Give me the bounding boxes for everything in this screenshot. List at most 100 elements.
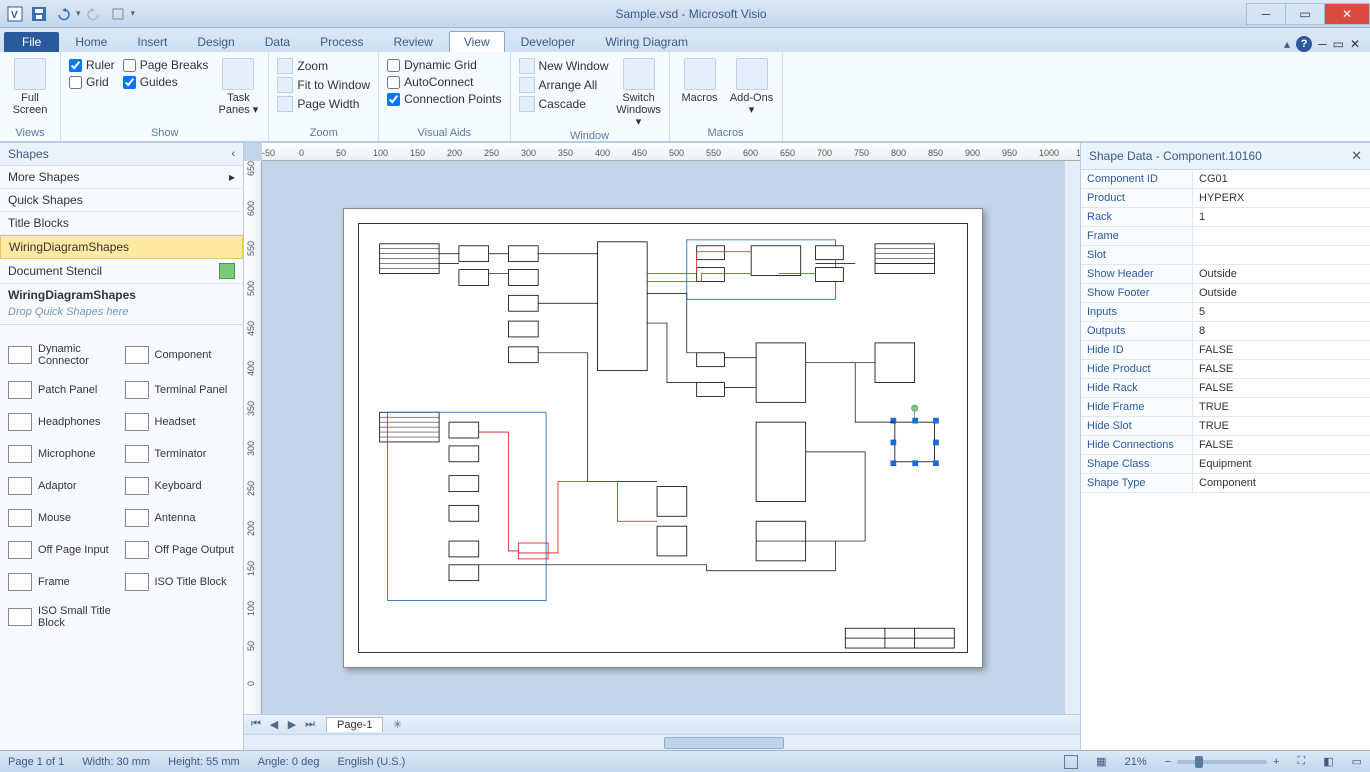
guides-checkbox[interactable]: Guides xyxy=(123,75,209,89)
shape-data-value[interactable]: Equipment xyxy=(1193,455,1370,473)
shape-data-row[interactable]: Hide RackFALSE xyxy=(1081,379,1370,398)
app-icon[interactable]: V xyxy=(4,3,26,25)
tab-prev-icon[interactable]: ◀ xyxy=(266,718,282,732)
stencil-item[interactable]: Keyboard xyxy=(125,477,236,495)
stencil-item[interactable]: Mouse xyxy=(8,509,119,527)
shape-data-value[interactable]: FALSE xyxy=(1193,379,1370,397)
maximize-button[interactable]: ▭ xyxy=(1285,3,1325,25)
shape-data-value[interactable]: 5 xyxy=(1193,303,1370,321)
arrange-all-button[interactable]: Arrange All xyxy=(519,77,609,93)
shape-data-row[interactable]: Shape ClassEquipment xyxy=(1081,455,1370,474)
mdi-close-icon[interactable]: ✕ xyxy=(1350,37,1360,51)
presentation-icon[interactable]: ▦ xyxy=(1096,755,1106,768)
shape-data-row[interactable]: Hide ConnectionsFALSE xyxy=(1081,436,1370,455)
tab-first-icon[interactable]: ⏮ xyxy=(248,718,264,732)
tab-design[interactable]: Design xyxy=(183,32,248,52)
addons-button[interactable]: Add-Ons ▾ xyxy=(730,54,774,116)
shape-data-value[interactable]: HYPERX xyxy=(1193,189,1370,207)
fit-window-button[interactable]: Fit to Window xyxy=(277,77,370,93)
tab-review[interactable]: Review xyxy=(379,32,446,52)
shape-data-row[interactable]: Component IDCG01 xyxy=(1081,170,1370,189)
shape-data-row[interactable]: Hide ProductFALSE xyxy=(1081,360,1370,379)
stencil-item[interactable]: Antenna xyxy=(125,509,236,527)
stencil-item[interactable]: Off Page Input xyxy=(8,541,119,559)
shape-data-value[interactable]: Component xyxy=(1193,474,1370,492)
tab-view[interactable]: View xyxy=(449,31,505,52)
shape-data-row[interactable]: Hide SlotTRUE xyxy=(1081,417,1370,436)
dynamic-grid-checkbox[interactable]: Dynamic Grid xyxy=(387,58,501,72)
shape-data-row[interactable]: Show FooterOutside xyxy=(1081,284,1370,303)
scrollbar-horizontal[interactable] xyxy=(244,734,1080,750)
stencil-item[interactable]: Headphones xyxy=(8,413,119,431)
shape-data-row[interactable]: Inputs5 xyxy=(1081,303,1370,322)
shape-data-value[interactable]: 8 xyxy=(1193,322,1370,340)
shape-data-value[interactable] xyxy=(1193,246,1370,264)
save-icon[interactable] xyxy=(28,3,50,25)
wiring-shapes-item[interactable]: WiringDiagramShapes xyxy=(0,235,243,259)
macro-record-icon[interactable] xyxy=(1064,755,1078,769)
tab-process[interactable]: Process xyxy=(306,32,377,52)
cascade-button[interactable]: Cascade xyxy=(519,96,609,112)
shape-data-value[interactable]: FALSE xyxy=(1193,360,1370,378)
grid-checkbox[interactable]: Grid xyxy=(69,75,115,89)
shape-data-row[interactable]: Rack1 xyxy=(1081,208,1370,227)
new-window-button[interactable]: New Window xyxy=(519,58,609,74)
fit-page-icon[interactable]: ⛶ xyxy=(1297,755,1305,768)
stencil-item[interactable]: Terminator xyxy=(125,445,236,463)
stencil-item[interactable]: Microphone xyxy=(8,445,119,463)
shape-data-row[interactable]: ProductHYPERX xyxy=(1081,189,1370,208)
undo-icon[interactable] xyxy=(52,3,74,25)
undo-dropdown[interactable]: ▾ xyxy=(76,8,81,19)
switch-window-btn-icon[interactable]: ▭ xyxy=(1352,755,1362,768)
title-blocks-item[interactable]: Title Blocks xyxy=(0,212,243,235)
tab-home[interactable]: Home xyxy=(61,32,121,52)
canvas-viewport[interactable] xyxy=(262,161,1064,714)
more-shapes-item[interactable]: More Shapes▸ xyxy=(0,166,243,189)
mdi-minimize-icon[interactable]: ─ xyxy=(1318,37,1327,51)
connection-points-checkbox[interactable]: Connection Points xyxy=(387,92,501,106)
page-breaks-checkbox[interactable]: Page Breaks xyxy=(123,58,209,72)
tab-data[interactable]: Data xyxy=(251,32,304,52)
minimize-button[interactable]: ─ xyxy=(1246,3,1286,25)
mdi-restore-icon[interactable]: ▭ xyxy=(1333,37,1344,51)
shape-data-close-icon[interactable]: ✕ xyxy=(1351,148,1362,164)
shape-data-value[interactable]: TRUE xyxy=(1193,417,1370,435)
shape-data-value[interactable]: FALSE xyxy=(1193,436,1370,454)
document-stencil-item[interactable]: Document Stencil xyxy=(0,259,243,284)
zoom-in-icon[interactable]: + xyxy=(1273,756,1279,768)
shape-data-value[interactable]: Outside xyxy=(1193,265,1370,283)
ribbon-minimize-icon[interactable]: ▴ xyxy=(1284,37,1290,51)
stencil-item[interactable]: Frame xyxy=(8,573,119,591)
shape-data-value[interactable]: FALSE xyxy=(1193,341,1370,359)
shape-data-row[interactable]: Slot xyxy=(1081,246,1370,265)
redo-icon[interactable] xyxy=(83,3,105,25)
task-panes-button[interactable]: Task Panes ▾ xyxy=(216,54,260,116)
stencil-item[interactable]: Component xyxy=(125,343,236,367)
quick-shapes-item[interactable]: Quick Shapes xyxy=(0,189,243,212)
tab-file[interactable]: File xyxy=(4,32,59,52)
shape-data-value[interactable]: TRUE xyxy=(1193,398,1370,416)
shape-data-row[interactable]: Frame xyxy=(1081,227,1370,246)
stencil-item[interactable]: ISO Title Block xyxy=(125,573,236,591)
shape-data-row[interactable]: Show HeaderOutside xyxy=(1081,265,1370,284)
zoom-button[interactable]: Zoom xyxy=(277,58,370,74)
page-width-button[interactable]: Page Width xyxy=(277,96,370,112)
zoom-slider[interactable] xyxy=(1177,760,1267,764)
stencil-item[interactable]: Headset xyxy=(125,413,236,431)
qat-more-icon[interactable] xyxy=(107,3,129,25)
stencil-item[interactable]: Patch Panel xyxy=(8,381,119,399)
help-icon[interactable]: ? xyxy=(1296,36,1312,52)
close-button[interactable]: ✕ xyxy=(1324,3,1370,25)
switch-windows-button[interactable]: Switch Windows ▾ xyxy=(617,54,661,128)
autoconnect-checkbox[interactable]: AutoConnect xyxy=(387,75,501,89)
stencil-item[interactable]: ISO Small Title Block xyxy=(8,605,119,629)
shape-data-value[interactable]: 1 xyxy=(1193,208,1370,226)
tab-new-icon[interactable]: ✳ xyxy=(389,718,405,732)
ruler-checkbox[interactable]: Ruler xyxy=(69,58,115,72)
shape-data-row[interactable]: Shape TypeComponent xyxy=(1081,474,1370,493)
shape-data-value[interactable]: Outside xyxy=(1193,284,1370,302)
page-tab-1[interactable]: Page-1 xyxy=(326,717,383,732)
scrollbar-vertical[interactable] xyxy=(1064,161,1080,714)
stencil-item[interactable]: Adaptor xyxy=(8,477,119,495)
pan-zoom-icon[interactable]: ◧ xyxy=(1323,755,1333,768)
